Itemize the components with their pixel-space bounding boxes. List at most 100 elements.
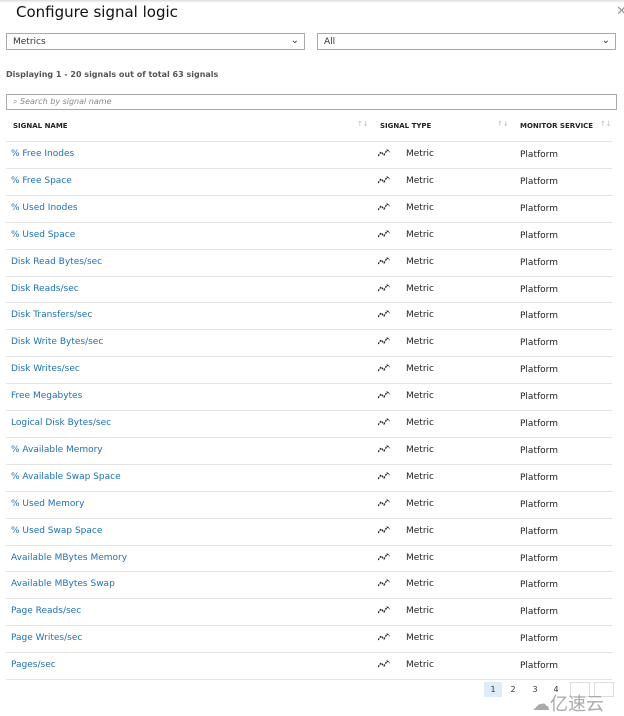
table-row[interactable]: % Used Swap Space Metric Platform: [6, 518, 612, 545]
monitor-service: Platform: [520, 338, 558, 349]
close-icon[interactable]: ✕: [616, 4, 624, 19]
table-row[interactable]: Disk Write Bytes/sec Metric Platform: [6, 329, 612, 356]
monitor-service: Platform: [520, 419, 558, 429]
table-row[interactable]: Disk Transfers/sec Metric Platform: [6, 302, 612, 329]
sort-icon[interactable]: ↑↓: [497, 120, 509, 128]
monitor-service: Platform: [520, 176, 558, 187]
search-placeholder: Search by signal name: [20, 97, 112, 106]
monitor-service: Platform: [520, 203, 558, 214]
table-row[interactable]: % Available Swap Space Metric Platform: [6, 464, 612, 491]
table-row[interactable]: % Free Inodes Metric Platform: [6, 141, 612, 168]
monitor-service: Platform: [520, 230, 558, 241]
signal-type: Metric: [406, 606, 434, 617]
metric-chart-icon: [377, 391, 391, 402]
metric-chart-icon: [377, 525, 391, 537]
chevron-down-icon: ⌄: [290, 35, 299, 46]
signal-type: Metric: [406, 444, 434, 455]
monitor-service-dropdown[interactable]: All ⌄: [317, 33, 616, 50]
table-row[interactable]: % Used Space Metric Platform: [6, 222, 612, 249]
monitor-service: Platform: [520, 634, 558, 645]
signal-name-link[interactable]: % Used Inodes: [11, 203, 78, 213]
signal-type: Metric: [406, 418, 434, 428]
table-row[interactable]: % Available Memory Metric Platform: [6, 437, 612, 464]
signal-name-link[interactable]: % Free Inodes: [11, 149, 74, 159]
signal-name-link[interactable]: Disk Reads/sec: [11, 284, 79, 294]
monitor-service: Platform: [520, 392, 558, 403]
metric-chart-icon: [377, 660, 391, 671]
signal-name-link[interactable]: Disk Writes/sec: [11, 364, 80, 374]
signal-type-value: Metrics: [13, 37, 46, 47]
signal-name-link[interactable]: Logical Disk Bytes/sec: [11, 418, 111, 428]
signal-name-link[interactable]: Page Reads/sec: [11, 606, 81, 616]
metric-chart-icon: [377, 606, 391, 617]
sort-icon[interactable]: ↑↓: [600, 120, 612, 128]
table-row[interactable]: Free Megabytes Metric Platform: [6, 383, 612, 410]
table-row[interactable]: Disk Writes/sec Metric Platform: [6, 356, 612, 383]
table-row[interactable]: Available MBytes Memory Metric Platform: [6, 545, 612, 572]
signal-type: Metric: [406, 310, 434, 321]
signal-type-dropdown[interactable]: Metrics ⌄: [6, 33, 305, 50]
signal-name-link[interactable]: % Available Swap Space: [11, 472, 121, 482]
metric-chart-icon: [377, 175, 391, 187]
signal-name-link[interactable]: % Used Swap Space: [11, 526, 102, 536]
signal-name-link[interactable]: Page Writes/sec: [11, 633, 82, 643]
table-row[interactable]: Pages/sec Metric Platform: [6, 652, 612, 679]
table-row[interactable]: Disk Reads/sec Metric Platform: [6, 276, 612, 303]
signal-type: Metric: [406, 498, 434, 509]
monitor-service: Platform: [520, 365, 558, 376]
signal-name-link[interactable]: Available MBytes Memory: [11, 553, 127, 563]
table-row[interactable]: Page Reads/sec Metric Platform: [6, 598, 612, 625]
chevron-down-icon: ⌄: [601, 35, 610, 46]
signal-name-link[interactable]: % Free Space: [11, 176, 72, 186]
table-row[interactable]: Logical Disk Bytes/sec Metric Platform: [6, 410, 612, 437]
table-row[interactable]: % Used Memory Metric Platform: [6, 491, 612, 518]
signal-type: Metric: [406, 283, 434, 294]
column-header-signal-name[interactable]: SIGNAL NAME: [13, 122, 68, 130]
page-2-button[interactable]: 2: [505, 682, 521, 697]
signal-name-link[interactable]: % Used Space: [11, 230, 75, 240]
signal-name-link[interactable]: % Available Memory: [11, 445, 103, 455]
metric-chart-icon: [377, 498, 391, 510]
monitor-service: Platform: [520, 150, 558, 160]
column-header-signal-type[interactable]: SIGNAL TYPE: [380, 122, 431, 130]
table-row[interactable]: Page Writes/sec Metric Platform: [6, 625, 612, 652]
monitor-service: Platform: [520, 445, 558, 456]
table-row[interactable]: % Used Inodes Metric Platform: [6, 195, 612, 222]
monitor-service: Platform: [520, 526, 558, 537]
signal-name-link[interactable]: Disk Read Bytes/sec: [11, 257, 102, 267]
page-title: Configure signal logic: [16, 3, 178, 21]
metric-chart-icon: [377, 418, 391, 429]
signal-type: Metric: [406, 175, 434, 186]
metric-chart-icon: [377, 256, 391, 268]
metric-chart-icon: [377, 229, 391, 241]
row-divider: [6, 679, 612, 680]
signal-type: Metric: [406, 552, 434, 563]
signal-name-link[interactable]: Disk Write Bytes/sec: [11, 337, 103, 347]
signal-type: Metric: [406, 633, 434, 644]
metric-chart-icon: [377, 579, 391, 590]
metric-chart-icon: [377, 444, 391, 456]
search-input[interactable]: ⌕ Search by signal name: [6, 94, 617, 110]
page-1-button[interactable]: 1: [484, 682, 502, 697]
signal-type: Metric: [406, 364, 434, 375]
monitor-service: Platform: [520, 580, 558, 591]
metric-chart-icon: [377, 471, 391, 483]
watermark-logo: ☁亿速云: [532, 694, 604, 715]
sort-icon[interactable]: ↑↓: [357, 120, 369, 128]
signal-type: Metric: [406, 525, 434, 536]
signal-name-link[interactable]: Free Megabytes: [11, 391, 82, 401]
metric-chart-icon: [377, 310, 391, 321]
monitor-service: Platform: [520, 499, 558, 510]
table-row[interactable]: Disk Read Bytes/sec Metric Platform: [6, 249, 612, 276]
signal-name-link[interactable]: Pages/sec: [11, 660, 56, 670]
column-header-monitor-service[interactable]: MONITOR SERVICE: [520, 122, 593, 130]
signal-name-link[interactable]: Disk Transfers/sec: [11, 310, 92, 320]
monitor-service: Platform: [520, 257, 558, 268]
signal-name-link[interactable]: Available MBytes Swap: [11, 579, 115, 589]
metric-chart-icon: [377, 552, 391, 564]
table-row[interactable]: Available MBytes Swap Metric Platform: [6, 571, 612, 598]
signal-name-link[interactable]: % Used Memory: [11, 499, 84, 509]
monitor-service: Platform: [520, 284, 558, 295]
table-row[interactable]: % Free Space Metric Platform: [6, 168, 612, 195]
monitor-service: Platform: [520, 311, 558, 322]
